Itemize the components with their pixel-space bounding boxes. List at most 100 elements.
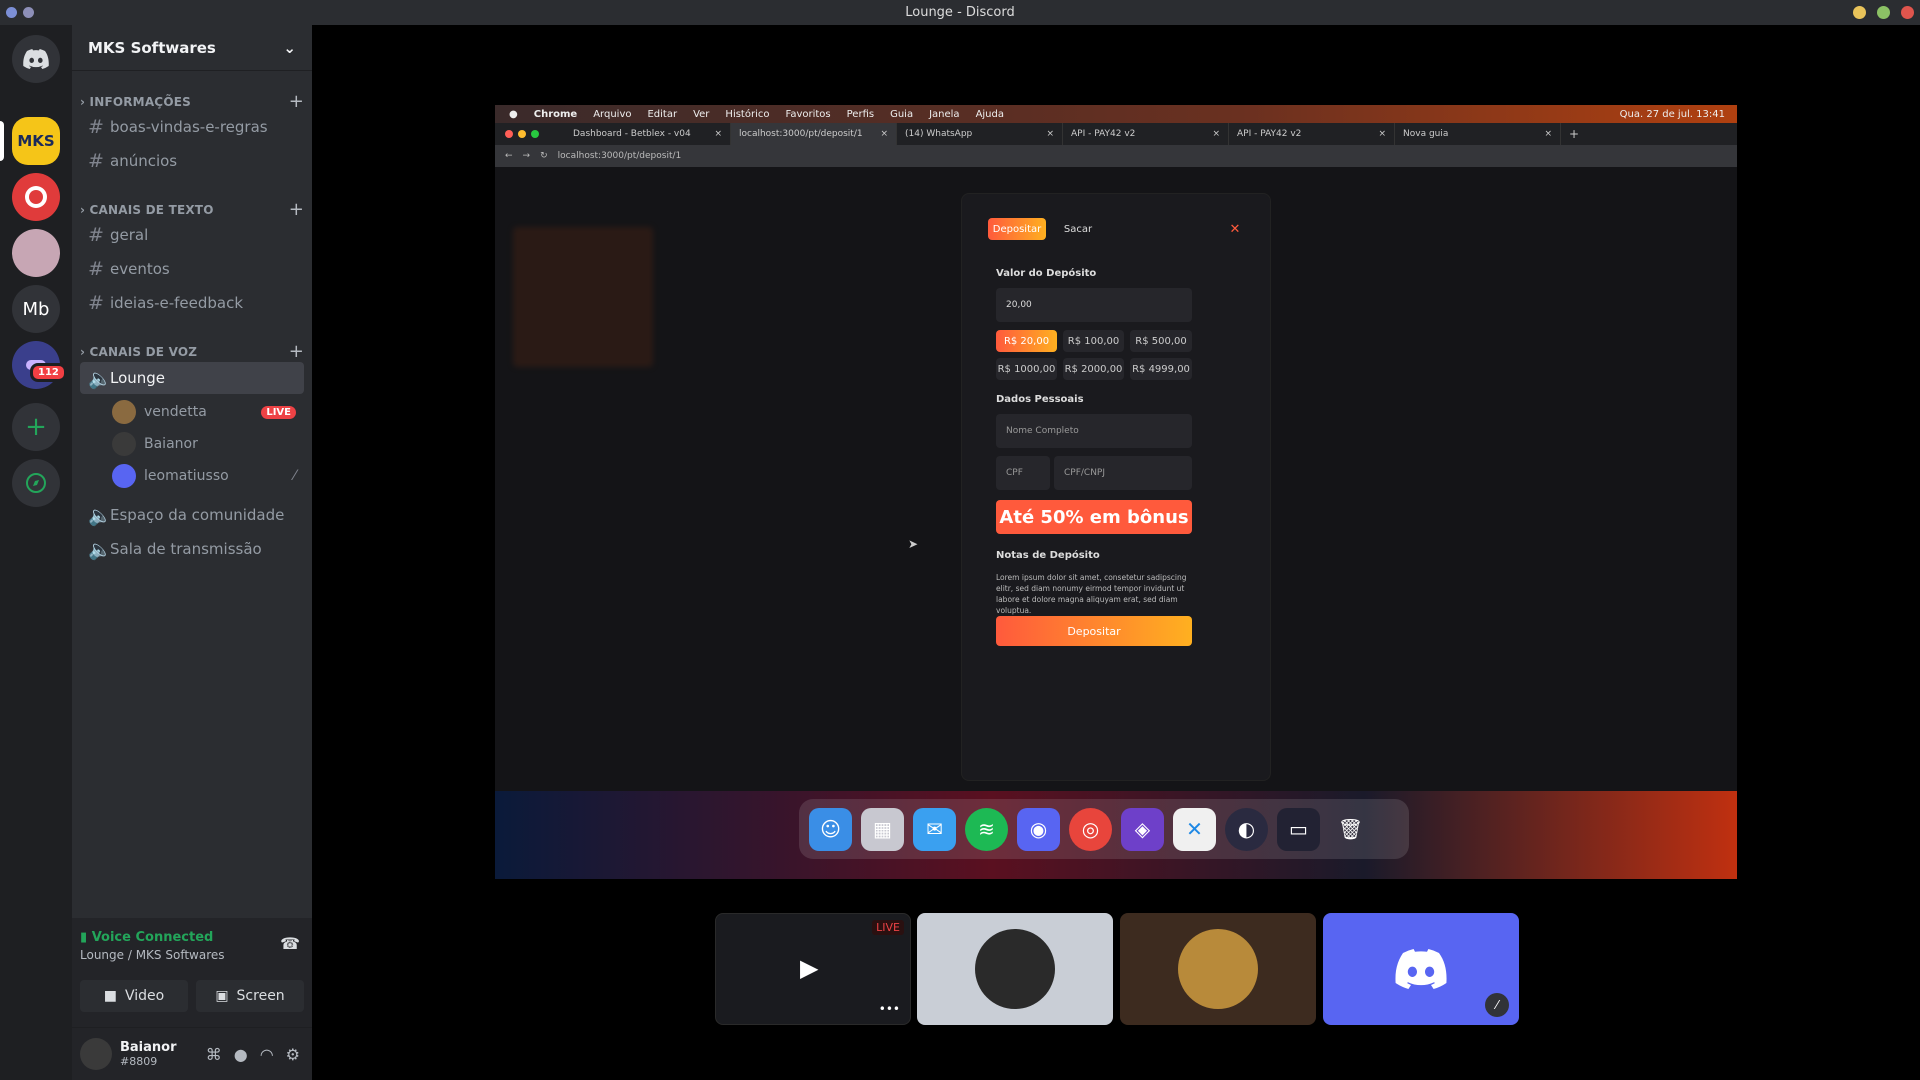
- channel-boas-vindas[interactable]: # boas-vindas-e-regras: [80, 111, 304, 143]
- headphones-icon[interactable]: ◠: [260, 1045, 274, 1064]
- discord-icon[interactable]: ◉: [1017, 807, 1060, 851]
- mascot-icon: [25, 186, 47, 208]
- category-info[interactable]: › INFORMAÇÕES +: [80, 91, 304, 112]
- close-icon[interactable]: ×: [1544, 129, 1552, 139]
- browser-tab[interactable]: API - PAY42 v2 ×: [1229, 123, 1395, 145]
- voice-user-leomatiusso[interactable]: leomatiusso ⁄: [112, 462, 304, 490]
- notes-label: Notas de Depósito: [996, 550, 1100, 561]
- channel-anuncios[interactable]: # anúncios: [80, 145, 304, 177]
- stream-tile-vendetta[interactable]: LIVE ▶ •••: [715, 913, 911, 1025]
- mic-muted-icon: ⁄: [1485, 993, 1509, 1017]
- activity-icon[interactable]: ⌘: [206, 1045, 222, 1064]
- modal-close-icon[interactable]: ✕: [1224, 218, 1246, 240]
- maximize-button[interactable]: [1877, 6, 1890, 19]
- avatar: [112, 400, 136, 424]
- preset-1000[interactable]: R$ 1000,00: [996, 358, 1057, 380]
- reload-icon[interactable]: ↻: [540, 151, 548, 161]
- server-mks-softwares[interactable]: MKS: [12, 117, 60, 165]
- launchpad-icon[interactable]: ▦: [861, 807, 904, 851]
- preset-4999[interactable]: R$ 4999,00: [1130, 358, 1192, 380]
- mail-icon[interactable]: ✉: [913, 807, 956, 851]
- add-server-button[interactable]: +: [12, 403, 60, 451]
- minimized-window-icon[interactable]: ▭: [1277, 807, 1320, 851]
- participant-tile-vendetta[interactable]: [1120, 913, 1316, 1025]
- personal-data-label: Dados Pessoais: [996, 394, 1084, 405]
- deposit-submit-button[interactable]: Depositar: [996, 616, 1192, 646]
- close-icon[interactable]: ×: [1046, 129, 1054, 139]
- window-controls[interactable]: [1853, 6, 1914, 19]
- server-mb[interactable]: Mb: [12, 285, 60, 333]
- amount-input[interactable]: 20,00: [996, 288, 1192, 322]
- voice-channel-espaco[interactable]: 🔈 Espaço da comunidade: [80, 499, 304, 531]
- document-type-select[interactable]: CPF: [996, 456, 1050, 490]
- close-icon[interactable]: ×: [1212, 129, 1220, 139]
- url-input[interactable]: localhost:3000/pt/deposit/1: [558, 151, 682, 161]
- video-button[interactable]: ■ Video: [80, 980, 188, 1012]
- trash-icon[interactable]: 🗑: [1329, 808, 1372, 851]
- server-red-mascot[interactable]: [12, 173, 60, 221]
- voice-channel-lounge[interactable]: 🔈 Lounge: [80, 362, 304, 394]
- participant-tile-baianor[interactable]: [917, 913, 1113, 1025]
- mac-menubar: ● Chrome Arquivo Editar Ver Histórico Fa…: [495, 105, 1737, 123]
- voice-status[interactable]: ▮ Voice Connected: [80, 930, 213, 945]
- microphone-icon[interactable]: ●: [234, 1045, 248, 1064]
- shared-screen[interactable]: ● Chrome Arquivo Editar Ver Histórico Fa…: [495, 105, 1737, 879]
- add-channel-icon[interactable]: +: [289, 199, 304, 220]
- menu-item: Editar: [647, 108, 678, 120]
- vscode-icon[interactable]: ✕: [1173, 807, 1216, 851]
- channel-ideias[interactable]: # ideias-e-feedback: [80, 287, 304, 319]
- preset-20[interactable]: R$ 20,00: [996, 330, 1057, 352]
- chrome-icon[interactable]: ◎: [1069, 807, 1112, 851]
- forward-icon[interactable]: →: [523, 151, 531, 161]
- preset-100[interactable]: R$ 100,00: [1063, 330, 1124, 352]
- mac-dock-area: ☺ ▦ ✉ ≋ ◉ ◎ ◈ ✕ ◐ ▭ 🗑: [495, 791, 1737, 879]
- participant-tile-leomatiusso[interactable]: ⁄: [1323, 913, 1519, 1025]
- channel-eventos[interactable]: # eventos: [80, 253, 304, 285]
- github-desktop-icon[interactable]: ◈: [1121, 807, 1164, 851]
- preset-500[interactable]: R$ 500,00: [1130, 330, 1192, 352]
- channel-geral[interactable]: # geral: [80, 219, 304, 251]
- disconnect-icon[interactable]: ☎: [280, 934, 300, 953]
- channel-sidebar: MKS Softwares ⌄ › INFORMAÇÕES + # boas-vin…: [72, 25, 312, 1080]
- browser-tab[interactable]: Nova guia ×: [1395, 123, 1561, 145]
- more-options-icon[interactable]: •••: [879, 1002, 900, 1016]
- voice-channel-sala[interactable]: 🔈 Sala de transmissão: [80, 533, 304, 565]
- browser-tab[interactable]: localhost:3000/pt/deposit/1 ×: [731, 123, 897, 145]
- add-channel-icon[interactable]: +: [289, 91, 304, 112]
- browser-tab[interactable]: Dashboard - Betblex - v04 ×: [565, 123, 731, 145]
- video-camera-icon: ▶: [800, 954, 819, 982]
- guild-header[interactable]: MKS Softwares ⌄: [72, 25, 312, 71]
- tab-withdraw[interactable]: Sacar: [1058, 218, 1098, 240]
- close-icon[interactable]: ×: [1378, 129, 1386, 139]
- voice-user-vendetta[interactable]: vendetta LIVE: [112, 398, 304, 426]
- browser-tab[interactable]: API - PAY42 v2 ×: [1063, 123, 1229, 145]
- explore-servers-button[interactable]: [12, 459, 60, 507]
- close-icon[interactable]: ×: [714, 129, 722, 139]
- back-icon[interactable]: ←: [505, 151, 513, 161]
- voice-user-baianor[interactable]: Baianor: [112, 430, 304, 458]
- minimize-button[interactable]: [1853, 6, 1866, 19]
- tab-deposit[interactable]: Depositar: [988, 218, 1046, 240]
- finder-icon[interactable]: ☺: [809, 807, 852, 851]
- moon-app-icon[interactable]: ◐: [1225, 807, 1268, 851]
- browser-tab[interactable]: (14) WhatsApp ×: [897, 123, 1063, 145]
- category-voice[interactable]: › CANAIS DE VOZ +: [80, 341, 304, 362]
- avatar[interactable]: [80, 1038, 112, 1070]
- add-channel-icon[interactable]: +: [289, 341, 304, 362]
- preset-2000[interactable]: R$ 2000,00: [1063, 358, 1124, 380]
- channel-label: Sala de transmissão: [110, 540, 262, 558]
- full-name-input[interactable]: Nome Completo: [996, 414, 1192, 448]
- screen-share-button[interactable]: ▣ Screen: [196, 980, 304, 1012]
- home-button[interactable]: [12, 35, 60, 83]
- close-button[interactable]: [1901, 6, 1914, 19]
- category-voice-label: CANAIS DE VOZ: [89, 344, 198, 359]
- spotify-icon[interactable]: ≋: [965, 807, 1008, 851]
- hash-icon: #: [88, 292, 104, 314]
- new-tab-icon[interactable]: +: [1561, 127, 1579, 141]
- live-badge: LIVE: [872, 920, 904, 935]
- server-anime-avatar[interactable]: [12, 229, 60, 277]
- document-input[interactable]: CPF/CNPJ: [1054, 456, 1192, 490]
- settings-gear-icon[interactable]: ⚙: [286, 1045, 300, 1064]
- category-text[interactable]: › CANAIS DE TEXTO +: [80, 199, 304, 220]
- close-icon[interactable]: ×: [880, 129, 888, 139]
